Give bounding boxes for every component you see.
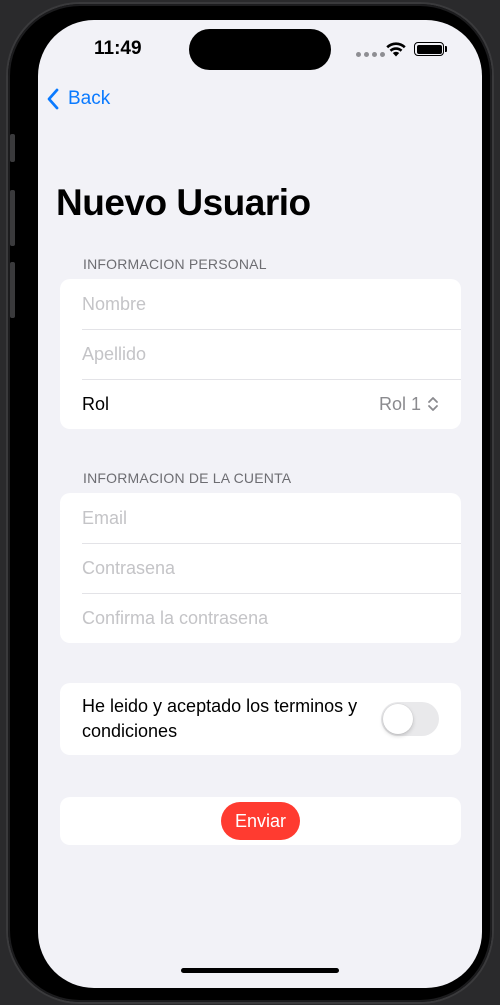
role-row: Rol Rol 1 — [60, 379, 461, 429]
role-picker[interactable]: Rol 1 — [379, 394, 439, 415]
password-row — [60, 543, 461, 593]
role-value: Rol 1 — [378, 393, 421, 414]
cellular-signal-icon — [356, 52, 385, 57]
back-button[interactable]: Back — [46, 88, 110, 110]
submit-row: Enviar — [60, 797, 461, 845]
terms-row: He leido y aceptado los terminos y condi… — [60, 683, 461, 755]
password-input[interactable] — [82, 557, 439, 579]
home-indicator[interactable] — [181, 968, 339, 973]
personal-info-group: Rol Rol 1 — [60, 279, 461, 429]
first-name-row — [60, 279, 461, 329]
submit-button[interactable]: Enviar — [220, 802, 301, 840]
terms-label: He leido y aceptado los terminos y condi… — [82, 696, 358, 741]
page-title: Nuevo Usuario — [56, 182, 311, 223]
phone-frame: 11:49 Back Nuevo Usuario INFORMACION PER… — [8, 4, 492, 1002]
volume-up-button — [10, 190, 15, 246]
email-input[interactable] — [82, 507, 439, 529]
terms-toggle[interactable] — [381, 702, 439, 736]
status-time: 11:49 — [94, 38, 142, 59]
chevron-left-icon — [47, 88, 59, 110]
wifi-icon — [386, 42, 406, 57]
email-row — [60, 493, 461, 543]
last-name-row — [60, 329, 461, 379]
status-bar: 11:49 — [38, 20, 482, 78]
submit-group: Enviar — [60, 797, 461, 845]
role-label: Rol — [82, 393, 110, 414]
silent-switch — [10, 134, 15, 162]
confirm-password-row — [60, 593, 461, 643]
dynamic-island — [189, 29, 331, 70]
personal-section-header: INFORMACION PERSONAL — [83, 256, 267, 272]
volume-down-button — [10, 262, 15, 318]
chevron-up-down-icon — [428, 397, 438, 411]
app-screen: 11:49 Back Nuevo Usuario INFORMACION PER… — [38, 20, 482, 988]
terms-group: He leido y aceptado los terminos y condi… — [60, 683, 461, 755]
confirm-password-input[interactable] — [82, 607, 439, 629]
battery-cap — [445, 46, 447, 52]
account-section-header: INFORMACION DE LA CUENTA — [83, 470, 292, 486]
back-label: Back — [68, 88, 111, 109]
account-info-group — [60, 493, 461, 643]
last-name-input[interactable] — [82, 343, 439, 365]
battery-icon — [414, 42, 444, 56]
first-name-input[interactable] — [82, 293, 439, 315]
toggle-knob — [383, 704, 414, 734]
